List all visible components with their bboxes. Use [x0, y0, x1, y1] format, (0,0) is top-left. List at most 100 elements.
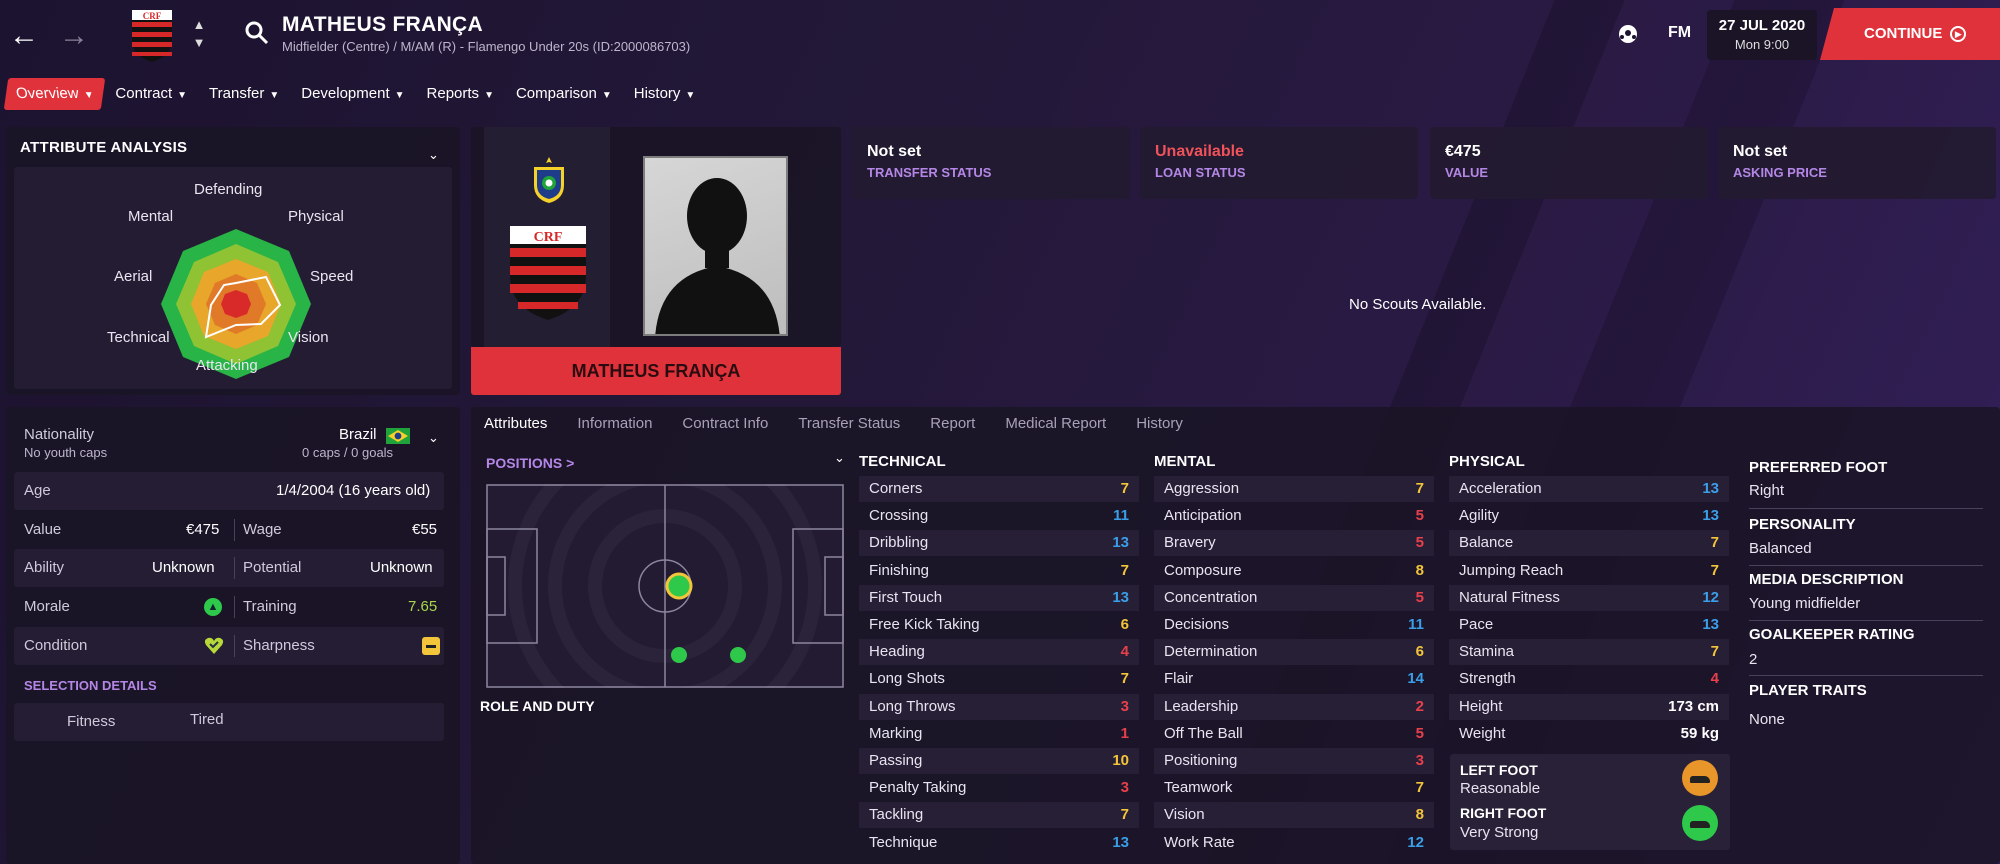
- attribute-row[interactable]: Strength 4: [1449, 666, 1729, 692]
- attribute-row[interactable]: Balance 7: [1449, 530, 1729, 557]
- nationality-value[interactable]: Brazil: [339, 426, 377, 443]
- tab-contract-info[interactable]: Contract Info: [682, 415, 768, 432]
- attribute-row[interactable]: Concentration 5: [1154, 584, 1434, 611]
- attribute-row[interactable]: Stamina 7: [1449, 639, 1729, 666]
- tab-transfer-status[interactable]: Transfer Status: [798, 415, 900, 432]
- attribute-row[interactable]: Long Shots 7: [859, 666, 1139, 692]
- attribute-row[interactable]: Natural Fitness 12: [1449, 584, 1729, 611]
- ability-row: Ability Unknown Potential Unknown: [14, 549, 444, 587]
- chevron-down-icon[interactable]: ⌄: [834, 450, 845, 466]
- youth-caps: No youth caps: [24, 445, 108, 460]
- attribute-row[interactable]: Agility 13: [1449, 503, 1729, 529]
- attribute-row[interactable]: Pace 13: [1449, 612, 1729, 638]
- asking-price-tile[interactable]: Not set ASKING PRICE: [1718, 127, 1996, 199]
- attribute-value: 13: [1702, 616, 1719, 633]
- radar-label-attacking: Attacking: [196, 357, 258, 374]
- attribute-row[interactable]: Technique 13: [859, 830, 1139, 856]
- back-arrow-icon[interactable]: ←: [6, 18, 42, 54]
- menu-comparison[interactable]: Comparison ▼: [506, 78, 622, 110]
- menu-development[interactable]: Development ▼: [291, 78, 414, 110]
- tab-report[interactable]: Report: [930, 415, 975, 432]
- svg-text:CRF: CRF: [143, 11, 162, 21]
- attribute-value: 5: [1415, 507, 1424, 525]
- attribute-row[interactable]: Decisions 11: [1154, 612, 1434, 638]
- attribute-radar-chart: [161, 229, 311, 379]
- attribute-row[interactable]: Height 173 cm: [1449, 693, 1729, 720]
- attribute-value: 7: [1710, 643, 1719, 661]
- morale-icon[interactable]: ▲: [204, 598, 222, 616]
- attribute-row[interactable]: Heading 4: [859, 639, 1139, 666]
- attribute-row[interactable]: Passing 10: [859, 748, 1139, 774]
- menu-overview[interactable]: Overview ▼: [3, 78, 106, 110]
- menu-history[interactable]: History ▼: [624, 78, 706, 110]
- card-player-name: MATHEUS FRANÇA: [471, 347, 841, 395]
- attribute-row[interactable]: Determination 6: [1154, 639, 1434, 666]
- attribute-name: Composure: [1164, 561, 1242, 579]
- menu-contract[interactable]: Contract ▼: [105, 78, 197, 110]
- goalkeeper-rating-label: GOALKEEPER RATING: [1749, 626, 1915, 643]
- tab-medical-report[interactable]: Medical Report: [1005, 415, 1106, 432]
- attribute-row[interactable]: Composure 8: [1154, 558, 1434, 584]
- fm-logo[interactable]: FM: [1668, 24, 1691, 42]
- attribute-row[interactable]: Weight 59 kg: [1449, 721, 1729, 747]
- attribute-name: Positioning: [1164, 752, 1238, 769]
- attribute-row[interactable]: Marking 1: [859, 721, 1139, 747]
- attribute-row[interactable]: Corners 7: [859, 476, 1139, 502]
- player-switch-arrows[interactable]: ▲ ▼: [190, 16, 208, 52]
- chevron-down-icon[interactable]: ⌄: [428, 147, 439, 163]
- chevron-down-icon[interactable]: ⌄: [428, 430, 439, 446]
- forward-arrow-icon[interactable]: →: [56, 18, 92, 54]
- attribute-row[interactable]: Positioning 3: [1154, 748, 1434, 774]
- attribute-value: 8: [1415, 806, 1424, 824]
- chevron-down-icon: ▼: [269, 90, 280, 101]
- positions-link[interactable]: POSITIONS >: [486, 455, 574, 471]
- player-name-title: MATHEUS FRANÇA: [282, 13, 483, 36]
- attribute-row[interactable]: Dribbling 13: [859, 530, 1139, 557]
- search-icon[interactable]: [244, 20, 270, 46]
- club-crest-icon[interactable]: CRF: [128, 6, 176, 64]
- game-date-box[interactable]: 27 JUL 2020 Mon 9:00: [1707, 10, 1817, 60]
- transfer-status-tile[interactable]: Not set TRANSFER STATUS: [852, 127, 1130, 199]
- attribute-row[interactable]: Crossing 11: [859, 503, 1139, 529]
- attribute-row[interactable]: Bravery 5: [1154, 530, 1434, 557]
- attribute-row[interactable]: Anticipation 5: [1154, 503, 1434, 529]
- morale-row: Morale ▲ Training 7.65: [14, 588, 444, 626]
- attribute-row[interactable]: Acceleration 13: [1449, 476, 1729, 502]
- menu-reports[interactable]: Reports ▼: [417, 78, 504, 110]
- attribute-name: Off The Ball: [1164, 724, 1243, 742]
- attribute-row[interactable]: First Touch 13: [859, 584, 1139, 611]
- attribute-row[interactable]: Free Kick Taking 6: [859, 612, 1139, 638]
- attribute-name: Tackling: [869, 806, 924, 824]
- attribute-row[interactable]: Flair 14: [1154, 666, 1434, 692]
- attribute-row[interactable]: Leadership 2: [1154, 693, 1434, 720]
- loan-status-tile[interactable]: Unavailable LOAN STATUS: [1140, 127, 1418, 199]
- condition-heart-icon[interactable]: [204, 637, 224, 655]
- menu-transfer[interactable]: Transfer ▼: [199, 78, 289, 110]
- media-description-value: Young midfielder: [1749, 595, 1861, 612]
- attribute-row[interactable]: Penalty Taking 3: [859, 775, 1139, 801]
- attribute-row[interactable]: Aggression 7: [1154, 476, 1434, 502]
- attribute-row[interactable]: Work Rate 12: [1154, 830, 1434, 856]
- tab-history[interactable]: History: [1136, 415, 1183, 432]
- tab-attributes[interactable]: Attributes: [484, 415, 547, 432]
- attribute-row[interactable]: Finishing 7: [859, 558, 1139, 584]
- attribute-value: 4: [1710, 670, 1719, 688]
- attribute-row[interactable]: Vision 8: [1154, 802, 1434, 829]
- no-scouts-message: No Scouts Available.: [1349, 296, 1487, 313]
- sharpness-icon[interactable]: [422, 637, 440, 655]
- position-dot: [730, 647, 746, 663]
- continue-button[interactable]: CONTINUE ▶: [1820, 8, 2000, 60]
- attribute-row[interactable]: Jumping Reach 7: [1449, 558, 1729, 584]
- attribute-row[interactable]: Tackling 7: [859, 802, 1139, 829]
- positions-pitch[interactable]: [486, 484, 844, 688]
- attribute-value: 10: [1112, 752, 1129, 769]
- attribute-row[interactable]: Off The Ball 5: [1154, 721, 1434, 747]
- personality-value: Balanced: [1749, 540, 1812, 557]
- fitness-label: Fitness: [67, 713, 116, 730]
- value-tile[interactable]: €475 VALUE: [1430, 127, 1708, 199]
- tab-information[interactable]: Information: [577, 415, 652, 432]
- attribute-row[interactable]: Teamwork 7: [1154, 775, 1434, 801]
- attribute-row[interactable]: Long Throws 3: [859, 693, 1139, 720]
- ball-icon[interactable]: [1617, 23, 1639, 45]
- chevron-down-icon: ▼: [601, 90, 612, 101]
